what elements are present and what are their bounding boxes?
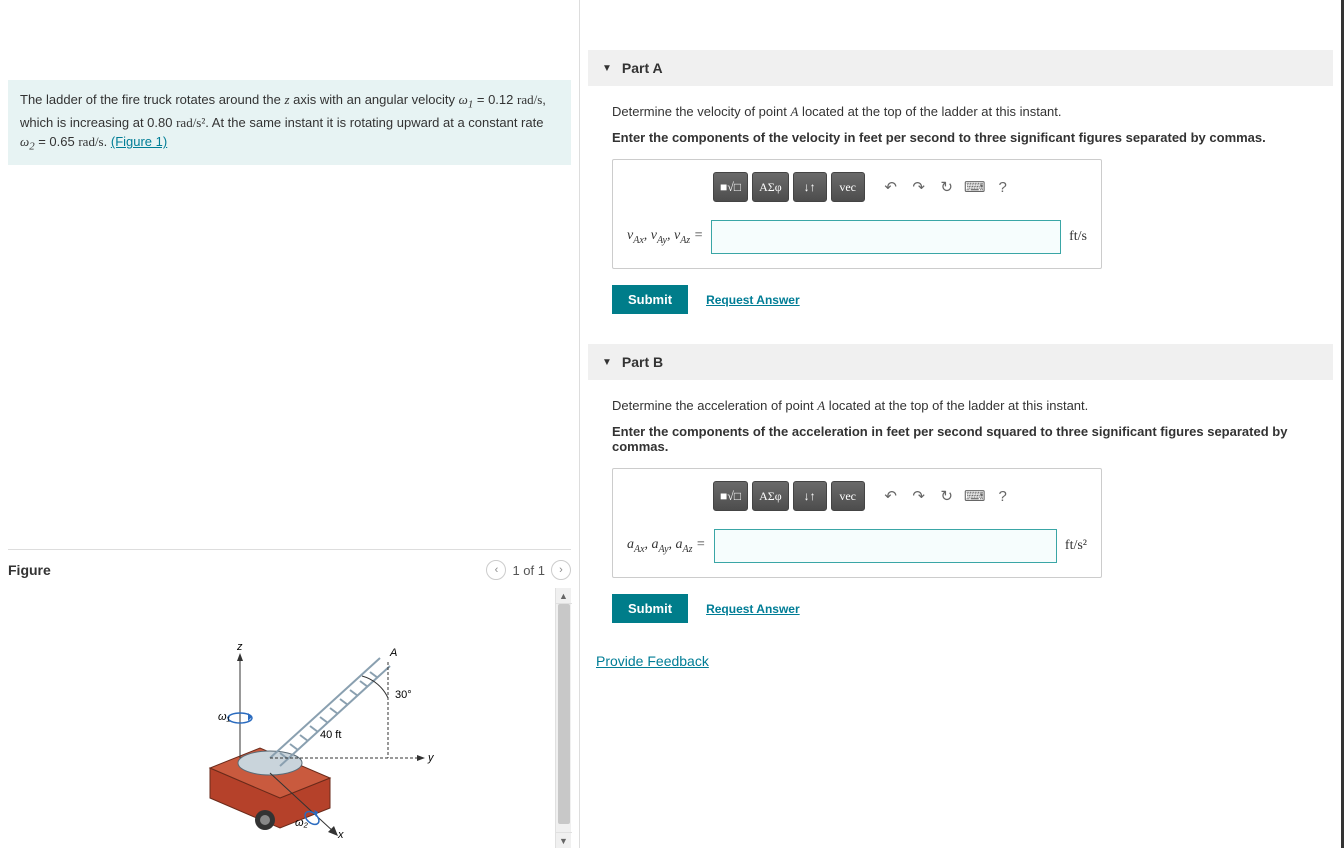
figure-prev-button[interactable]: ‹ bbox=[486, 560, 506, 580]
omega2-sym: ω bbox=[20, 134, 29, 149]
figure-next-button[interactable]: › bbox=[551, 560, 571, 580]
label-z: z bbox=[236, 641, 243, 653]
equation-toolbar: ■√□ ΑΣφ ↓↑ vec ↶ ↷ ↻ ⌨ ? bbox=[613, 160, 1101, 214]
part-a: ▼ Part A Determine the velocity of point… bbox=[588, 50, 1333, 314]
part-b-request-answer-link[interactable]: Request Answer bbox=[706, 602, 800, 616]
part-a-answer-input[interactable] bbox=[711, 220, 1061, 254]
redo-button[interactable]: ↷ bbox=[907, 175, 931, 199]
label-length: 40 ft bbox=[320, 729, 341, 741]
eq2: = 0.65 bbox=[35, 134, 79, 149]
keyboard-button[interactable]: ⌨ bbox=[963, 175, 987, 199]
redo-button[interactable]: ↷ bbox=[907, 484, 931, 508]
scroll-down-icon[interactable]: ▼ bbox=[556, 832, 572, 848]
dot: . bbox=[104, 134, 111, 149]
figure-1-link[interactable]: (Figure 1) bbox=[111, 134, 167, 149]
problem-text: . At the same instant it is rotating upw… bbox=[205, 115, 543, 130]
part-a-header[interactable]: ▼ Part A bbox=[588, 50, 1333, 86]
part-a-answer-box: ■√□ ΑΣφ ↓↑ vec ↶ ↷ ↻ ⌨ ? vAx, vAy, vAz =… bbox=[612, 159, 1102, 269]
template-button[interactable]: ■√□ bbox=[713, 481, 748, 511]
figure-count: 1 of 1 bbox=[512, 563, 545, 578]
left-panel: The ladder of the fire truck rotates aro… bbox=[0, 0, 580, 848]
greek-button[interactable]: ΑΣφ bbox=[752, 481, 789, 511]
label-y: y bbox=[427, 752, 435, 764]
part-b-prompt: Determine the acceleration of point A lo… bbox=[612, 398, 1309, 414]
part-b-answer-input[interactable] bbox=[714, 529, 1057, 563]
label-angle: 30° bbox=[395, 689, 412, 701]
part-b-unit: ft/s² bbox=[1065, 538, 1087, 554]
problem-text: The ladder of the fire truck rotates aro… bbox=[20, 92, 284, 107]
caret-down-icon: ▼ bbox=[602, 63, 612, 74]
reset-button[interactable]: ↻ bbox=[935, 484, 959, 508]
figure-svg: z y x A 30° 40 ft ω₁ ω₂ bbox=[140, 598, 440, 838]
unit-rads-b: rad/s bbox=[78, 134, 103, 149]
undo-button[interactable]: ↶ bbox=[879, 175, 903, 199]
part-a-request-answer-link[interactable]: Request Answer bbox=[706, 293, 800, 307]
provide-feedback-link[interactable]: Provide Feedback bbox=[596, 653, 1333, 669]
part-a-unit: ft/s bbox=[1069, 229, 1087, 245]
eq1: = 0.12 bbox=[473, 92, 517, 107]
part-a-vars: vAx, vAy, vAz = bbox=[627, 228, 703, 246]
part-b-title: Part B bbox=[622, 354, 663, 370]
caret-down-icon: ▼ bbox=[602, 357, 612, 368]
label-A: A bbox=[389, 647, 397, 659]
part-b-submit-button[interactable]: Submit bbox=[612, 594, 688, 623]
subsup-button[interactable]: ↓↑ bbox=[793, 481, 827, 511]
subsup-button[interactable]: ↓↑ bbox=[793, 172, 827, 202]
omega1-sym: ω bbox=[459, 92, 468, 107]
part-b: ▼ Part B Determine the acceleration of p… bbox=[588, 344, 1333, 623]
greek-button[interactable]: ΑΣφ bbox=[752, 172, 789, 202]
problem-statement: The ladder of the fire truck rotates aro… bbox=[8, 80, 571, 165]
part-a-submit-button[interactable]: Submit bbox=[612, 285, 688, 314]
figure-header: Figure ‹ 1 of 1 › bbox=[8, 558, 571, 588]
figure-body: z y x A 30° 40 ft ω₁ ω₂ ▲ ▼ bbox=[8, 588, 571, 848]
help-button[interactable]: ? bbox=[991, 175, 1015, 199]
scroll-thumb[interactable] bbox=[558, 604, 570, 824]
label-w1: ω₁ bbox=[218, 711, 231, 723]
keyboard-button[interactable]: ⌨ bbox=[963, 484, 987, 508]
part-b-instruction: Enter the components of the acceleration… bbox=[612, 424, 1309, 454]
scroll-up-icon[interactable]: ▲ bbox=[556, 588, 572, 604]
part-a-prompt: Determine the velocity of point A locate… bbox=[612, 104, 1309, 120]
part-b-vars: aAx, aAy, aAz = bbox=[627, 537, 706, 555]
part-a-instruction: Enter the components of the velocity in … bbox=[612, 130, 1309, 145]
figure-nav: ‹ 1 of 1 › bbox=[486, 560, 571, 580]
unit-rads: rad/s bbox=[517, 92, 542, 107]
part-b-answer-box: ■√□ ΑΣφ ↓↑ vec ↶ ↷ ↻ ⌨ ? aAx, aAy, aAz =… bbox=[612, 468, 1102, 578]
reset-button[interactable]: ↻ bbox=[935, 175, 959, 199]
part-a-title: Part A bbox=[622, 60, 663, 76]
unit-rads2: rad/s² bbox=[176, 115, 205, 130]
help-button[interactable]: ? bbox=[991, 484, 1015, 508]
template-button[interactable]: ■√□ bbox=[713, 172, 748, 202]
vec-button[interactable]: vec bbox=[831, 172, 865, 202]
label-x: x bbox=[337, 829, 344, 838]
vec-button[interactable]: vec bbox=[831, 481, 865, 511]
problem-text: axis with an angular velocity bbox=[290, 92, 459, 107]
figure-scrollbar[interactable]: ▲ ▼ bbox=[555, 588, 571, 848]
part-b-header[interactable]: ▼ Part B bbox=[588, 344, 1333, 380]
figure-title: Figure bbox=[8, 562, 51, 578]
right-panel: ▼ Part A Determine the velocity of point… bbox=[580, 0, 1344, 848]
figure-section: Figure ‹ 1 of 1 › bbox=[8, 549, 571, 848]
label-w2: ω₂ bbox=[295, 817, 309, 829]
equation-toolbar: ■√□ ΑΣφ ↓↑ vec ↶ ↷ ↻ ⌨ ? bbox=[613, 469, 1101, 523]
undo-button[interactable]: ↶ bbox=[879, 484, 903, 508]
